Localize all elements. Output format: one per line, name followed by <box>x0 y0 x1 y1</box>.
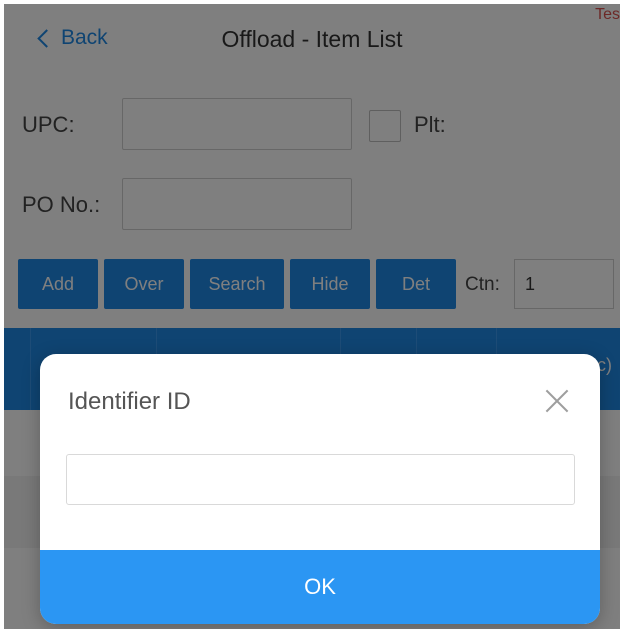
page: Back Offload - Item List Tes UPC: Plt: P… <box>4 4 620 629</box>
identifier-dialog: Identifier ID OK <box>40 354 600 624</box>
identifier-input[interactable] <box>66 454 575 505</box>
dialog-title: Identifier ID <box>68 388 191 415</box>
ok-button[interactable]: OK <box>40 550 600 624</box>
close-icon[interactable] <box>542 386 572 416</box>
